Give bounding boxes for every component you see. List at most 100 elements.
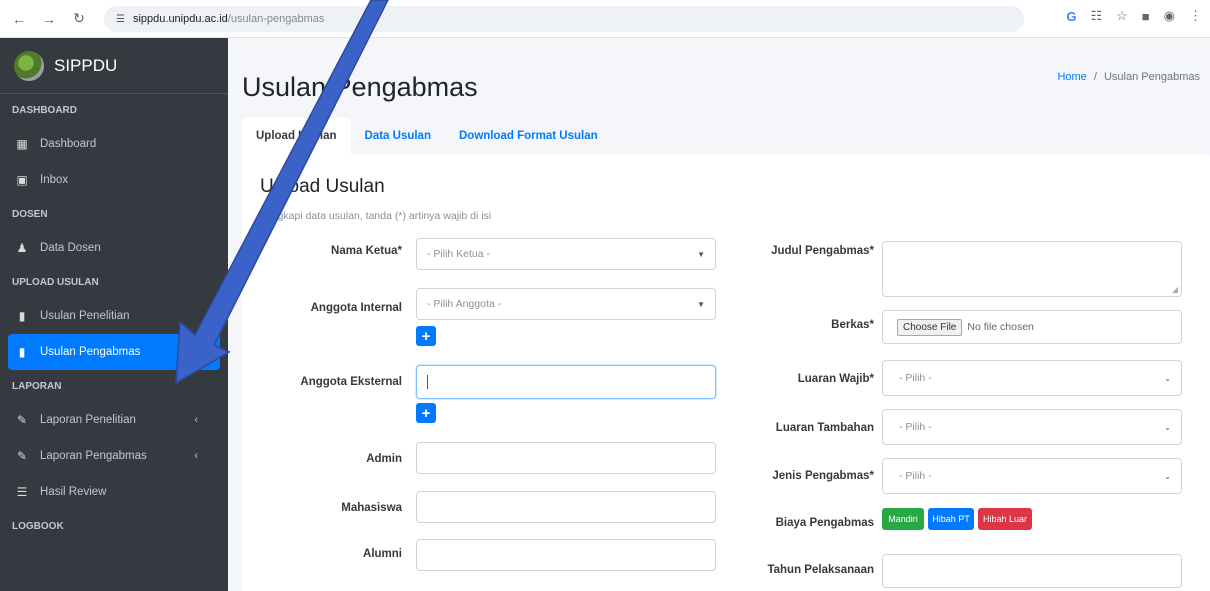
forward-icon[interactable]: → [38, 8, 60, 30]
chevron-down-icon: ▼ [697, 249, 705, 259]
luaran-wajib-label: Luaran Wajib* [797, 373, 874, 385]
judul-pengabmas-textarea[interactable]: ◢ [882, 241, 1182, 297]
luaran-wajib-select[interactable]: - Pilih - ⌄ [882, 360, 1182, 396]
sidebar-item-label: Hasil Review [40, 486, 107, 498]
tab-data-usulan[interactable]: Data Usulan [351, 118, 445, 154]
alumni-input[interactable] [416, 539, 716, 571]
tahun-pelaksanaan-label: Tahun Pelaksanaan [767, 564, 874, 576]
mahasiswa-input[interactable] [416, 491, 716, 523]
nav-header-logbook: LOGBOOK [12, 520, 64, 532]
anggota-eksternal-label: Anggota Eksternal [300, 376, 402, 388]
brand[interactable]: SIPPDU [0, 38, 228, 94]
google-lens-icon[interactable]: G [1066, 9, 1076, 24]
resize-handle-icon[interactable]: ◢ [1172, 285, 1178, 294]
url-path: /usulan-pengabmas [227, 13, 325, 25]
sidebar-item-label: Inbox [40, 174, 69, 186]
nav-header-upload-usulan: UPLOAD USULAN [12, 276, 99, 288]
breadcrumb-separator: / [1093, 71, 1097, 83]
berkas-file-input[interactable]: Choose File No file chosen [882, 310, 1182, 344]
sidebar-item-usulan-pengabmas[interactable]: ▮ Usulan Pengabmas [8, 334, 220, 370]
users-icon: ♟ [16, 241, 28, 255]
breadcrumb-current: Usulan Pengabmas [1103, 71, 1200, 83]
biaya-mandiri-button[interactable]: Mandiri [882, 508, 924, 530]
luaran-tambahan-select[interactable]: - Pilih - ⌄ [882, 409, 1182, 445]
luaran-tambahan-value: - Pilih - [899, 421, 932, 433]
luaran-wajib-value: - Pilih - [899, 372, 932, 384]
sidebar-item-laporan-pengabmas[interactable]: ✎ Laporan Pengabmas ‹ [0, 438, 220, 474]
sidebar-item-usulan-penelitian[interactable]: ▮ Usulan Penelitian [0, 298, 220, 334]
judul-pengabmas-label: Judul Pengabmas* [771, 245, 874, 257]
breadcrumb-home-link[interactable]: Home [1057, 71, 1086, 83]
edit-icon: ✎ [16, 413, 28, 427]
nav-header-dosen: DOSEN [12, 208, 48, 220]
sidebar-item-label: Laporan Pengabmas [40, 450, 147, 462]
inbox-icon: ▣ [16, 173, 28, 187]
upload-card: Upload Usulan Lengkapi data usulan, tand… [242, 154, 1210, 591]
berkas-label: Berkas* [831, 319, 874, 331]
tab-upload-usulan[interactable]: Upload Usulan [242, 118, 351, 154]
anggota-internal-select[interactable]: - Pilih Anggota - ▼ [416, 288, 716, 320]
chevron-down-icon: ⌄ [1164, 422, 1171, 432]
reload-icon[interactable]: ↻ [68, 8, 90, 30]
choose-file-button[interactable]: Choose File [897, 318, 963, 336]
sidebar-item-dashboard[interactable]: ▦ Dashboard [0, 126, 220, 162]
chevron-down-icon: ⌄ [1164, 373, 1171, 383]
edit-icon: ✎ [16, 449, 28, 463]
file-icon: ▮ [18, 345, 26, 359]
profile-avatar-icon[interactable]: ◉ [1164, 8, 1175, 24]
jenis-pengabmas-value: - Pilih - [899, 470, 932, 482]
menu-kebab-icon[interactable]: ⋮ [1189, 8, 1202, 24]
text-cursor [427, 375, 428, 389]
chevron-left-icon: ‹ [194, 450, 198, 462]
nama-ketua-select[interactable]: - Pilih Ketua - ▼ [416, 238, 716, 270]
page-title: Usulan Pengabmas [242, 72, 478, 102]
list-icon: ☰ [16, 485, 28, 499]
sidebar-item-label: Dashboard [40, 138, 97, 150]
url-domain: sippdu.unipdu.ac.id [132, 13, 228, 25]
brand-text: SIPPDU [54, 55, 118, 75]
breadcrumb: Home / Usulan Pengabmas [1057, 71, 1200, 83]
main-content: Usulan Pengabmas Home / Usulan Pengabmas… [228, 38, 1210, 591]
bookmark-star-icon[interactable]: ☆ [1116, 8, 1128, 24]
jenis-pengabmas-label: Jenis Pengabmas* [772, 470, 874, 482]
anggota-internal-value: - Pilih Anggota - [427, 298, 502, 310]
admin-label: Admin [366, 453, 402, 465]
sidebar-item-laporan-penelitian[interactable]: ✎ Laporan Penelitian ‹ [0, 402, 220, 438]
alumni-label: Alumni [363, 548, 402, 560]
chevron-down-icon: ⌄ [1164, 471, 1171, 481]
no-file-text: No file chosen [967, 321, 1034, 333]
nav-header-laporan: LAPORAN [12, 380, 62, 392]
add-anggota-eksternal-button[interactable]: + [416, 403, 436, 423]
anggota-internal-label: Anggota Internal [310, 302, 402, 314]
tab-download-format-usulan[interactable]: Download Format Usulan [445, 118, 612, 154]
sidebar-item-hasil-review[interactable]: ☰ Hasil Review [0, 474, 220, 510]
translate-icon[interactable]: ☷ [1090, 8, 1102, 24]
nama-ketua-value: - Pilih Ketua - [427, 248, 491, 260]
sidebar-panel-icon[interactable]: ■ [1142, 9, 1150, 24]
nama-ketua-label: Nama Ketua* [331, 245, 402, 257]
card-subtitle: Lengkapi data usulan, tanda (*) artinya … [260, 210, 492, 222]
tab-bar: Upload Usulan Data Usulan Download Forma… [242, 118, 1210, 154]
biaya-hibah-pt-button[interactable]: Hibah PT [928, 508, 974, 530]
grid-icon: ▦ [16, 137, 28, 151]
sidebar-item-label: Usulan Penelitian [40, 310, 130, 322]
admin-input[interactable] [416, 442, 716, 474]
browser-toolbar: ← → ↻ ☰ sippdu.unipdu.ac.id/usulan-penga… [0, 0, 1210, 38]
biaya-hibah-luar-button[interactable]: Hibah Luar [978, 508, 1032, 530]
nav-header-dashboard: DASHBOARD [12, 104, 77, 116]
chevron-down-icon: ▼ [697, 299, 705, 309]
address-bar[interactable]: ☰ sippdu.unipdu.ac.id/usulan-pengabmas [104, 6, 1024, 32]
jenis-pengabmas-select[interactable]: - Pilih - ⌄ [882, 458, 1182, 494]
sidebar-item-inbox[interactable]: ▣ Inbox [0, 162, 220, 198]
file-icon: ▮ [18, 309, 26, 323]
mahasiswa-label: Mahasiswa [341, 502, 402, 514]
add-anggota-internal-button[interactable]: + [416, 326, 436, 346]
anggota-eksternal-input[interactable] [416, 365, 716, 399]
site-info-icon[interactable]: ☰ [116, 14, 125, 25]
sidebar-item-label: Usulan Pengabmas [40, 346, 141, 358]
sidebar-item-data-dosen[interactable]: ♟ Data Dosen [0, 230, 220, 266]
brand-logo [14, 50, 44, 81]
tahun-pelaksanaan-input[interactable] [882, 554, 1182, 588]
back-icon[interactable]: ← [8, 8, 30, 30]
sidebar-item-label: Laporan Penelitian [40, 414, 136, 426]
